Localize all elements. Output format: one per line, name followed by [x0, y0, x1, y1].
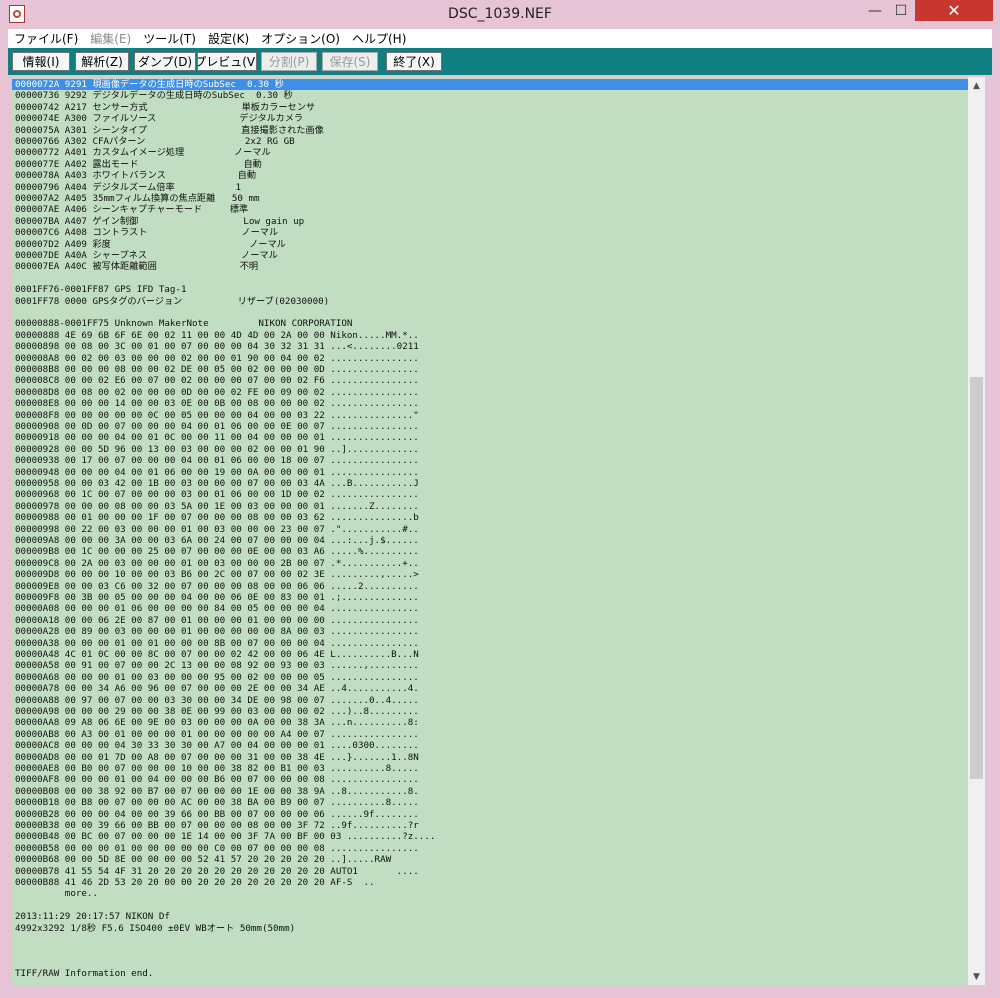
text-line: TIFF/RAW Information end. — [15, 968, 154, 980]
text-line: 00000938 00 17 00 07 00 00 00 04 00 01 0… — [15, 455, 419, 467]
text-line: 00000A98 00 00 00 29 00 00 38 0E 00 99 0… — [15, 706, 419, 717]
text-line: 00000736 9292 デジタルデータの生成日時のSubSec 0.30 秒 — [15, 90, 293, 102]
menu-bar: ファイル(F) 編集(E) ツール(T) 設定(K) オプション(O) ヘルプ(H) — [8, 29, 992, 48]
text-line: 00000968 00 1C 00 07 00 00 00 03 00 01 0… — [15, 489, 419, 501]
text-line: 00000958 00 00 03 42 00 1B 00 03 00 00 0… — [15, 478, 419, 489]
text-line: 000009D8 00 00 00 10 00 00 03 B6 00 2C 0… — [15, 569, 419, 581]
text-line: 0000077E A402 露出モード 自動 — [15, 158, 262, 170]
scroll-down-arrow-icon[interactable]: ▼ — [968, 968, 985, 985]
text-line: 00000A68 00 00 00 01 00 03 00 00 00 95 0… — [15, 671, 419, 683]
toolbar: 情報(I) 解析(Z) ダンプ(D) プレビュ(V) 分割(P) 保存(S) 終了(X) — [8, 48, 992, 75]
info-text-area[interactable]: 0000072A 9291 現画像データの生成日時のSubSec 0.30 秒0… — [12, 77, 968, 985]
text-line: 000009E8 00 00 03 C6 00 32 00 07 00 00 0… — [15, 580, 419, 592]
text-line: 00000A88 00 97 00 07 00 00 03 30 00 00 3… — [15, 694, 419, 706]
window-title: DSC_1039.NEF — [448, 6, 552, 22]
text-line: 000008C8 00 00 02 E6 00 07 00 02 00 00 0… — [15, 375, 419, 387]
text-line: 0000078A A403 ホワイトバランス 自動 — [15, 170, 257, 182]
text-line: 00000B68 00 00 5D 8E 00 00 00 00 52 41 5… — [15, 854, 419, 866]
text-line: 000009F8 00 3B 00 05 00 00 00 04 00 00 0… — [15, 592, 419, 603]
minimize-button[interactable]: — — [862, 0, 888, 21]
text-line: 000008A8 00 02 00 03 00 00 00 02 00 00 0… — [15, 352, 419, 364]
text-line: 00000928 00 00 5D 96 00 13 00 03 00 00 0… — [15, 443, 419, 455]
text-line: 00000AA8 09 A8 06 6E 00 9E 00 03 00 00 0… — [15, 717, 419, 729]
menu-item-1[interactable]: 編集(E) — [84, 30, 137, 47]
text-line: 00000908 00 0D 00 07 00 00 00 04 00 01 0… — [15, 421, 419, 432]
text-line: 00000888 4E 69 6B 6F 6E 00 02 11 00 00 4… — [15, 329, 419, 341]
text-line: 000008D8 00 08 00 02 00 00 00 0D 00 00 0… — [15, 386, 419, 398]
text-line: 00000AF8 00 00 00 01 00 04 00 00 00 B6 0… — [15, 774, 419, 786]
scroll-thumb[interactable] — [970, 377, 983, 780]
text-line: 00000B28 00 00 00 04 00 00 39 66 00 BB 0… — [15, 808, 419, 820]
text-line: 0001FF76-0001FF87 GPS IFD Tag-1 — [15, 284, 187, 296]
menu-item-3[interactable]: 設定(K) — [202, 30, 255, 47]
toolbar-button-4[interactable]: 分割(P) — [261, 52, 317, 71]
scroll-up-arrow-icon[interactable]: ▲ — [968, 77, 985, 94]
toolbar-button-0[interactable]: 情報(I) — [12, 52, 70, 71]
text-line: 00000918 00 00 00 04 00 01 0C 00 00 11 0… — [15, 432, 419, 444]
text-line: 00000A58 00 91 00 07 00 00 2C 13 00 00 0… — [15, 660, 419, 672]
text-line: 00000A78 00 00 34 A6 00 96 00 07 00 00 0… — [15, 683, 419, 695]
text-line: 000009B8 00 1C 00 00 00 25 00 07 00 00 0… — [15, 546, 419, 558]
text-line: 000008B8 00 00 00 08 00 00 02 DE 00 05 0… — [15, 364, 419, 375]
text-line: 0001FF78 0000 GPSタグのバージョン リザーブ(02030000) — [15, 295, 330, 307]
title-bar[interactable]: DSC_1039.NEF — ☐ ✕ — [0, 0, 1000, 29]
text-line: 00000AC8 00 00 00 04 30 33 30 30 00 A7 0… — [15, 740, 419, 752]
close-button[interactable]: ✕ — [915, 0, 993, 21]
text-line: 00000A18 00 00 06 2E 00 87 00 01 00 00 0… — [15, 614, 419, 626]
text-line: 000008F8 00 00 00 00 00 0C 00 05 00 00 0… — [15, 409, 419, 421]
text-line: 000009C8 00 2A 00 03 00 00 00 01 00 03 0… — [15, 557, 419, 569]
text-line: 00000A48 4C 01 0C 00 00 8C 00 07 00 00 0… — [15, 649, 419, 660]
menu-item-2[interactable]: ツール(T) — [137, 30, 202, 47]
text-line: 000007C6 A408 コントラスト ノーマル — [15, 227, 279, 239]
text-line: more.. — [15, 888, 98, 900]
text-line: 00000A08 00 00 00 01 06 00 00 00 00 84 0… — [15, 603, 419, 615]
text-line: 00000978 00 00 00 08 00 00 03 5A 00 1E 0… — [15, 500, 419, 512]
text-line: 00000AD8 00 00 01 7D 00 A8 00 07 00 00 0… — [15, 751, 419, 763]
text-line: 000007BA A407 ゲイン制御 Low gain up — [15, 215, 305, 227]
text-line: 000008E8 00 00 00 14 00 00 03 0E 00 0B 0… — [15, 398, 419, 410]
text-line: 000009A8 00 00 00 3A 00 00 03 6A 00 24 0… — [15, 535, 419, 546]
text-line: 000007D2 A409 彩度 ノーマル — [15, 238, 286, 250]
text-line: 000007EA A40C 被写体距離範囲 不明 — [15, 261, 259, 273]
text-line: 00000A38 00 00 00 01 00 01 00 00 00 8B 0… — [15, 637, 419, 649]
text-line: 00000B88 41 46 2D 53 20 20 00 00 20 20 2… — [15, 877, 375, 888]
text-line: 00000772 A401 カスタムイメージ処理 ノーマル — [15, 147, 271, 159]
text-line: 0000075A A301 シーンタイプ 直接撮影された画像 — [15, 124, 324, 136]
toolbar-button-2[interactable]: ダンプ(D) — [134, 52, 196, 71]
text-line: 00000888-0001FF75 Unknown MakerNote NIKO… — [15, 318, 353, 330]
text-line: 00000B78 41 55 54 4F 31 20 20 20 20 20 2… — [15, 865, 419, 877]
text-line: 00000796 A404 デジタルズーム倍率 1 — [15, 181, 242, 193]
text-line: 00000A28 00 89 00 03 00 00 00 01 00 00 0… — [15, 626, 419, 638]
text-line: 000007AE A406 シーンキャプチャーモード 標準 — [15, 204, 249, 216]
vertical-scrollbar[interactable]: ▲ ▼ — [968, 77, 985, 985]
toolbar-button-6[interactable]: 終了(X) — [386, 52, 442, 71]
toolbar-button-5[interactable]: 保存(S) — [322, 52, 378, 71]
text-line: 00000988 00 01 00 00 00 1F 00 07 00 00 0… — [15, 512, 419, 524]
menu-item-4[interactable]: オプション(O) — [255, 30, 346, 47]
selected-text-line: 0000072A 9291 現画像データの生成日時のSubSec 0.30 秒 — [12, 79, 968, 91]
text-line: 2013:11:29 20:17:57 NIKON Df — [15, 911, 170, 923]
text-line: 00000B18 00 B8 00 07 00 00 00 AC 00 00 3… — [15, 797, 419, 809]
text-line: 4992x3292 1/8秒 F5.6 ISO400 ±0EV WBオート 50… — [15, 922, 296, 934]
text-line: 00000898 00 08 00 3C 00 01 00 07 00 00 0… — [15, 341, 419, 353]
menu-item-5[interactable]: ヘルプ(H) — [346, 30, 412, 47]
text-line: 00000B08 00 00 38 92 00 B7 00 07 00 00 0… — [15, 785, 419, 797]
text-line: 0000074E A300 ファイルソース デジタルカメラ — [15, 113, 304, 125]
menu-item-0[interactable]: ファイル(F) — [8, 30, 84, 47]
toolbar-button-1[interactable]: 解析(Z) — [75, 52, 129, 71]
text-line: 00000B58 00 00 00 01 00 00 00 00 00 C0 0… — [15, 842, 419, 854]
text-line: 00000B38 00 00 39 66 00 BB 00 07 00 00 0… — [15, 820, 419, 831]
text-line: 00000742 A217 センサー方式 単板カラーセンサ — [15, 101, 316, 113]
text-line: 000007A2 A405 35mmフィルム換算の焦点距離 50 mm — [15, 193, 260, 204]
text-line: 00000AE8 00 B0 00 07 00 00 00 10 00 00 3… — [15, 763, 419, 774]
text-line: 00000948 00 00 00 04 00 01 06 00 00 19 0… — [15, 466, 419, 478]
maximize-button[interactable]: ☐ — [888, 0, 914, 21]
text-line: 00000766 A302 CFAパターン 2x2 RG GB — [15, 136, 295, 147]
text-line: 00000B48 00 BC 00 07 00 00 00 1E 14 00 0… — [15, 831, 436, 843]
text-line: 000007DE A40A シャープネス ノーマル — [15, 250, 278, 261]
text-line: 00000998 00 22 00 03 00 00 00 01 00 03 0… — [15, 523, 419, 535]
app-window: DSC_1039.NEF — ☐ ✕ ファイル(F) 編集(E) ツール(T) 設定(… — [0, 0, 1000, 998]
text-line: 00000AB8 00 A3 00 01 00 00 00 01 00 00 0… — [15, 728, 419, 740]
toolbar-button-3[interactable]: プレビュ(V) — [197, 52, 257, 71]
